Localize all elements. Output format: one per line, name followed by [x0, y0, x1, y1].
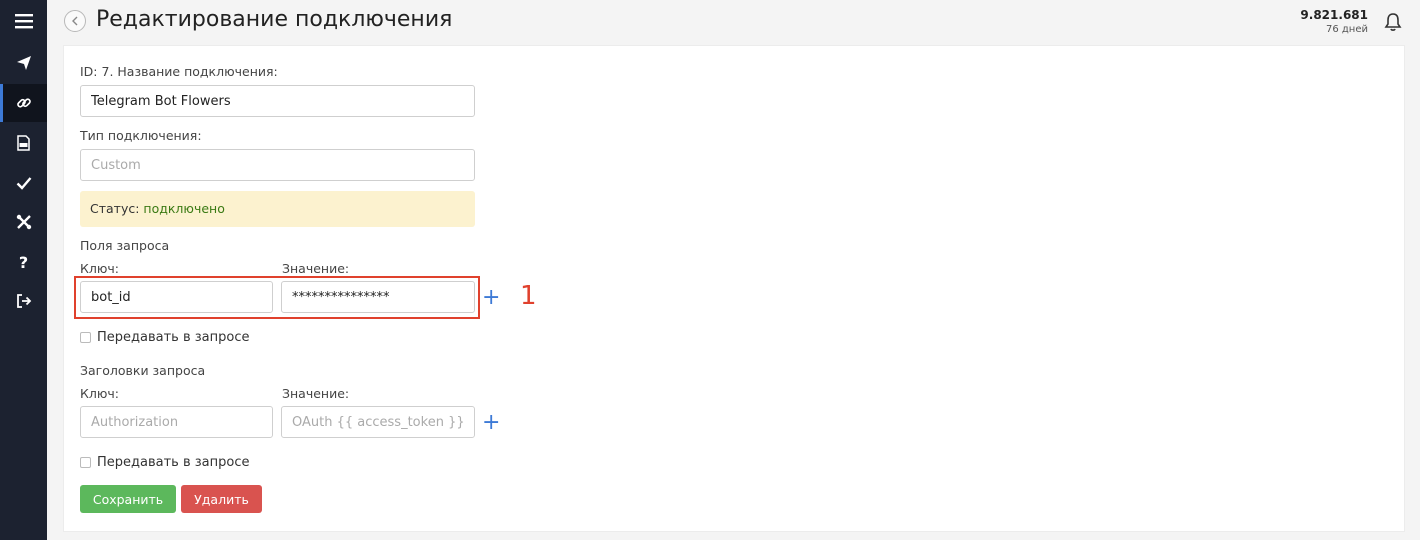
bell-icon	[1384, 13, 1402, 31]
balance-value: 9.821.681	[1300, 8, 1368, 22]
request-fields-title: Поля запроса	[80, 238, 170, 253]
status-value: подключено	[143, 201, 225, 216]
request-field-key-label: Ключ:	[80, 261, 119, 276]
request-fields-pass-label: Передавать в запросе	[97, 330, 250, 345]
check-icon	[16, 177, 31, 190]
sidebar-item-logout[interactable]	[0, 282, 47, 320]
request-fields-pass-checkbox[interactable]	[80, 332, 91, 343]
request-header-value-input[interactable]	[281, 406, 475, 438]
connection-name-label: ID: 7. Название подключения:	[80, 64, 278, 79]
balance: 9.821.681 76 дней	[1300, 8, 1368, 37]
menu-icon	[14, 14, 33, 29]
top-bar: Редактирование подключения 9.821.681 76 …	[47, 0, 1420, 44]
logout-icon	[16, 294, 31, 308]
sidebar-item-help[interactable]: ?	[0, 243, 47, 281]
chevron-left-icon	[72, 16, 78, 26]
plus-icon: +	[482, 285, 501, 310]
save-button[interactable]: Сохранить	[80, 485, 176, 513]
log-icon	[17, 135, 30, 151]
sidebar-item-send[interactable]	[0, 44, 47, 82]
sidebar-item-tools[interactable]	[0, 203, 47, 241]
notifications-button[interactable]	[1384, 12, 1402, 36]
add-request-header-button[interactable]: +	[482, 412, 500, 434]
help-icon: ?	[18, 252, 29, 272]
sidebar-item-logs[interactable]	[0, 124, 47, 162]
connection-name-input[interactable]	[80, 85, 475, 117]
annotation-highlight-box	[74, 276, 480, 319]
request-field-value-label: Значение:	[282, 261, 350, 276]
balance-days: 76 дней	[1325, 24, 1368, 35]
connection-type-label: Тип подключения:	[80, 128, 202, 143]
sidebar: ?	[0, 0, 47, 540]
tools-icon	[16, 214, 31, 230]
request-headers-title: Заголовки запроса	[80, 363, 206, 378]
request-header-key-label: Ключ:	[80, 386, 119, 401]
sidebar-item-connections[interactable]	[0, 84, 47, 122]
menu-button[interactable]	[0, 2, 47, 40]
plus-icon: +	[482, 410, 501, 435]
request-headers-pass-label: Передавать в запросе	[97, 455, 250, 470]
add-request-field-button[interactable]: +	[482, 287, 500, 309]
connection-type-input[interactable]	[80, 149, 475, 181]
status-banner: Статус: подключено	[80, 191, 475, 227]
request-header-key-input[interactable]	[80, 406, 273, 438]
back-button[interactable]	[64, 10, 86, 32]
request-header-value-label: Значение:	[282, 386, 350, 401]
page-title: Редактирование подключения	[96, 7, 453, 32]
request-headers-pass-option: Передавать в запросе	[80, 455, 250, 470]
sidebar-item-tasks[interactable]	[0, 164, 47, 202]
annotation-number: 1	[520, 281, 537, 311]
link-icon	[16, 98, 31, 108]
request-fields-pass-option: Передавать в запросе	[80, 330, 250, 345]
request-headers-pass-checkbox[interactable]	[80, 457, 91, 468]
status-label: Статус:	[90, 201, 140, 216]
send-icon	[16, 56, 31, 70]
delete-button[interactable]: Удалить	[181, 485, 262, 513]
